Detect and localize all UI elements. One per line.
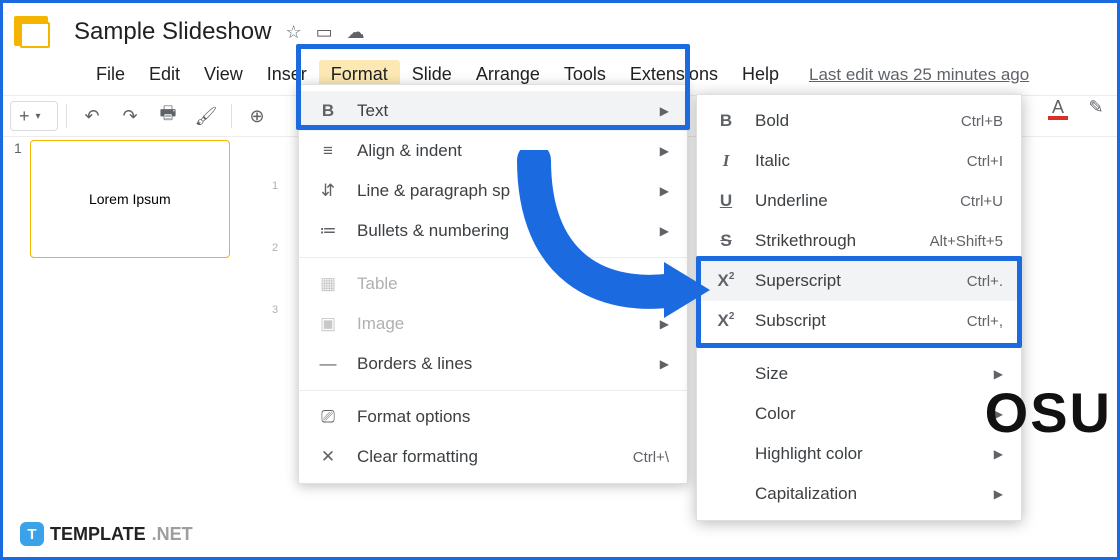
move-to-folder-icon[interactable]: ▭ <box>316 22 333 43</box>
zoom-button[interactable]: ⊕ <box>240 101 274 131</box>
chevron-right-icon: ▶ <box>660 224 669 238</box>
bold-icon: B <box>317 101 339 121</box>
slides-app-logo[interactable] <box>12 10 56 54</box>
chevron-right-icon: ▶ <box>994 447 1003 461</box>
chevron-right-icon: ▶ <box>660 184 669 198</box>
align-icon: ≡ <box>317 141 339 161</box>
cloud-status-icon: ☁ <box>347 22 365 43</box>
menu-item-line-spacing[interactable]: ⇵ Line & paragraph sp ▶ <box>299 171 687 211</box>
menu-file[interactable]: File <box>84 60 137 89</box>
new-slide-button[interactable]: +▾ <box>10 101 58 131</box>
slide-panel: 1 Lorem Ipsum <box>14 140 254 258</box>
menu-help[interactable]: Help <box>730 60 791 89</box>
chevron-right-icon: ▶ <box>994 487 1003 501</box>
submenu-item-color[interactable]: Color ▶ <box>697 394 1021 434</box>
line-spacing-icon: ⇵ <box>317 181 339 201</box>
table-icon: ▦ <box>317 274 339 294</box>
highlight-pen-icon[interactable]: ✎ <box>1082 92 1110 122</box>
chevron-right-icon: ▶ <box>660 357 669 371</box>
format-menu: B Text ▶ ≡ Align & indent ▶ ⇵ Line & par… <box>298 84 688 484</box>
chevron-right-icon: ▶ <box>660 317 669 331</box>
menu-item-align-indent[interactable]: ≡ Align & indent ▶ <box>299 131 687 171</box>
submenu-item-bold[interactable]: B Bold Ctrl+B <box>697 101 1021 141</box>
submenu-item-superscript[interactable]: X2 Superscript Ctrl+. <box>697 261 1021 301</box>
submenu-item-size[interactable]: Size ▶ <box>697 354 1021 394</box>
menu-item-table: ▦ Table ▶ <box>299 264 687 304</box>
strikethrough-icon: S <box>715 231 737 251</box>
slide-thumbnail[interactable]: Lorem Ipsum <box>30 140 230 258</box>
options-icon: ⎚ <box>317 407 339 427</box>
submenu-item-italic[interactable]: I Italic Ctrl+I <box>697 141 1021 181</box>
redo-button[interactable]: ↷ <box>113 101 147 131</box>
subscript-icon: X2 <box>715 311 737 331</box>
vertical-ruler: 123 <box>266 140 284 560</box>
undo-button[interactable]: ↶ <box>75 101 109 131</box>
doc-title[interactable]: Sample Slideshow <box>74 18 271 46</box>
menu-item-image: ▣ Image ▶ <box>299 304 687 344</box>
chevron-right-icon: ▶ <box>660 277 669 291</box>
submenu-item-underline[interactable]: U Underline Ctrl+U <box>697 181 1021 221</box>
text-submenu: B Bold Ctrl+B I Italic Ctrl+I U Underlin… <box>696 94 1022 521</box>
paint-format-button[interactable]: 🖌 <box>189 101 223 131</box>
chevron-right-icon: ▶ <box>994 367 1003 381</box>
menu-view[interactable]: View <box>192 60 255 89</box>
list-icon: ≔ <box>317 221 339 241</box>
image-icon: ▣ <box>317 314 339 334</box>
bold-icon: B <box>715 111 737 131</box>
italic-icon: I <box>715 151 737 171</box>
menu-item-clear-formatting[interactable]: ✕ Clear formatting Ctrl+\ <box>299 437 687 477</box>
chevron-right-icon: ▶ <box>660 144 669 158</box>
submenu-item-highlight-color[interactable]: Highlight color ▶ <box>697 434 1021 474</box>
submenu-item-subscript[interactable]: X2 Subscript Ctrl+, <box>697 301 1021 341</box>
underline-icon: U <box>715 191 737 211</box>
superscript-icon: X2 <box>715 271 737 291</box>
chevron-right-icon: ▶ <box>660 104 669 118</box>
text-color-button[interactable]: A <box>1044 92 1072 122</box>
menu-item-bullets-numbering[interactable]: ≔ Bullets & numbering ▶ <box>299 211 687 251</box>
clear-format-icon: ✕ <box>317 447 339 467</box>
slide-text-preview: OSU <box>985 380 1112 445</box>
menu-item-format-options[interactable]: ⎚ Format options <box>299 397 687 437</box>
submenu-item-capitalization[interactable]: Capitalization ▶ <box>697 474 1021 514</box>
menu-item-text[interactable]: B Text ▶ <box>299 91 687 131</box>
print-button[interactable]: 🖶 <box>151 101 185 131</box>
slide-number: 1 <box>14 140 22 258</box>
template-net-watermark: T TEMPLATE.NET <box>20 522 193 546</box>
menu-item-borders-lines[interactable]: — Borders & lines ▶ <box>299 344 687 384</box>
submenu-item-strikethrough[interactable]: S Strikethrough Alt+Shift+5 <box>697 221 1021 261</box>
star-icon[interactable]: ☆ <box>285 22 301 43</box>
last-edit-link[interactable]: Last edit was 25 minutes ago <box>809 65 1029 85</box>
line-icon: — <box>317 354 339 374</box>
menu-edit[interactable]: Edit <box>137 60 192 89</box>
watermark-badge: T <box>20 522 44 546</box>
